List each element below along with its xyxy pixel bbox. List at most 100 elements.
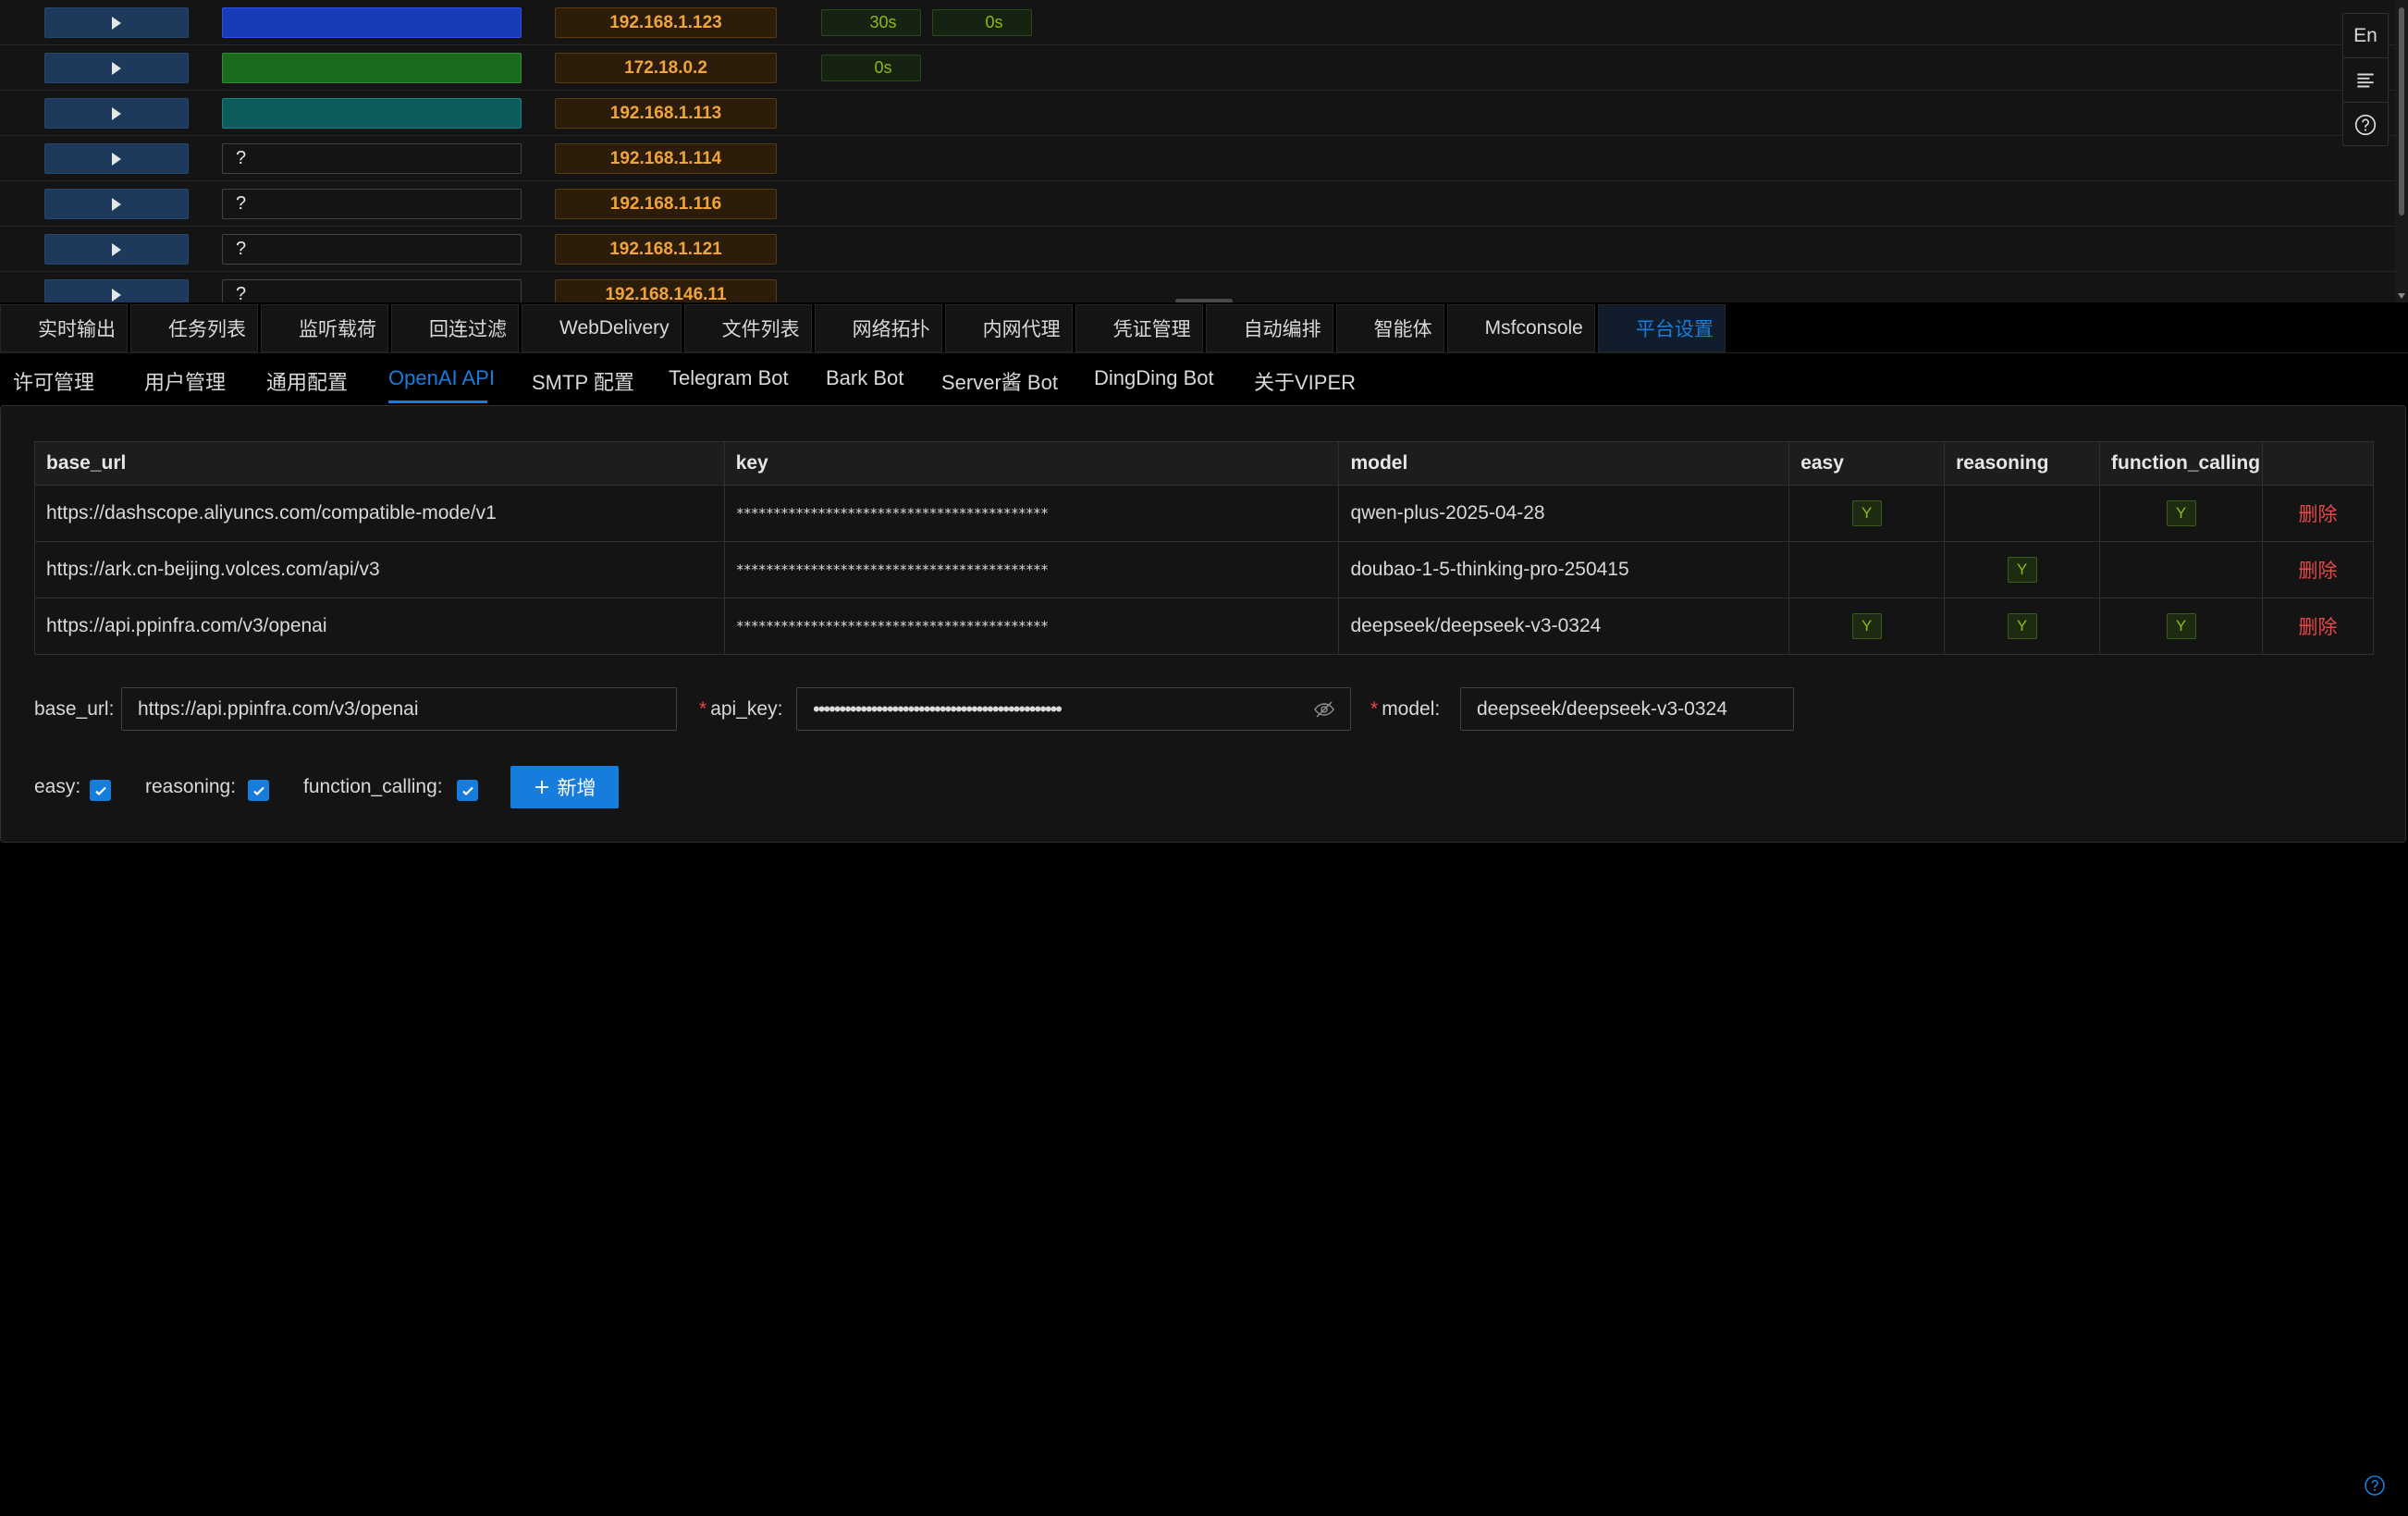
eye-invisible-icon[interactable] (1313, 698, 1335, 721)
menu-button[interactable] (2343, 58, 2388, 103)
main-tab-folder[interactable]: 文件列表 (683, 304, 812, 352)
function-calling-checkbox[interactable] (457, 780, 478, 801)
table-header-row: base_url key model easy reasoning functi… (34, 441, 2374, 486)
main-tab-filter[interactable]: 回连过滤 (391, 304, 519, 352)
main-tab-proxy[interactable]: 内网代理 (944, 304, 1073, 352)
api-key-input[interactable]: ••••••••••••••••••••••••••••••••••••••••… (796, 687, 1351, 731)
linux-icon (236, 59, 254, 78)
main-tab-terminal[interactable]: Msfconsole (1446, 304, 1595, 352)
sub-tab[interactable]: Bark Bot (826, 366, 903, 390)
yes-tag: Y (1851, 500, 1882, 526)
sub-tab[interactable]: 关于VIPER (1254, 366, 1356, 396)
heartbeat-tag: 0s (932, 9, 1032, 36)
help-button[interactable] (2343, 103, 2388, 147)
os-tag[interactable] (222, 7, 522, 38)
column-header-reasoning: reasoning (1944, 441, 2101, 486)
expand-host-button[interactable] (44, 234, 189, 265)
os-tag[interactable]: ? (222, 234, 522, 265)
main-tab-console[interactable]: 实时输出 (0, 304, 128, 352)
sub-tab[interactable]: Telegram Bot (669, 366, 789, 390)
reasoning-checkbox[interactable] (248, 780, 269, 801)
heartbeat-tag: 30s (821, 9, 921, 36)
reasoning-cell (1944, 485, 2101, 542)
delete-button[interactable]: 删除 (2299, 617, 2338, 638)
expand-host-button[interactable] (44, 189, 189, 219)
easy-checkbox[interactable] (90, 780, 111, 801)
sub-tab[interactable]: Server酱 Bot (941, 366, 1058, 396)
vertical-scrollbar[interactable] (2395, 0, 2408, 302)
play-icon (112, 242, 121, 256)
expand-host-button[interactable] (44, 53, 189, 83)
sub-tab[interactable]: OpenAI API (388, 366, 495, 390)
delete-button[interactable]: 删除 (2299, 561, 2338, 582)
ip-address-tag[interactable]: 192.168.146.11 (555, 279, 777, 302)
main-tab-cloud-upload[interactable]: WebDelivery (522, 304, 682, 352)
main-tab-document[interactable]: 自动编排 (1205, 304, 1333, 352)
yes-tag: Y (2007, 557, 2037, 583)
main-tab-headset[interactable]: 监听载荷 (261, 304, 388, 352)
ip-address-tag[interactable]: 192.168.1.123 (555, 7, 777, 38)
language-switch-button[interactable]: En (2343, 14, 2388, 58)
settings-sub-tab-bar: 许可管理 用户管理 通用配置 OpenAI API SMTP 配置 Telegram Bo… (0, 353, 2408, 405)
add-button[interactable]: 新增 (510, 766, 619, 808)
check-icon (461, 786, 473, 795)
ip-address-tag[interactable]: 192.168.1.114 (555, 143, 777, 174)
eye-icon[interactable] (1068, 558, 1092, 582)
key-cell-content: ****************************************… (736, 558, 1339, 582)
os-unknown-label: ? (236, 193, 247, 214)
sub-tab[interactable]: 通用配置 (266, 366, 348, 396)
os-tag[interactable]: ? (222, 143, 522, 174)
ip-address-tag[interactable]: 192.168.1.121 (555, 234, 777, 265)
os-tag[interactable]: ? (222, 189, 522, 219)
delete-button[interactable]: 删除 (2299, 504, 2338, 525)
help-corner-icon[interactable] (2364, 1474, 2386, 1497)
os-unknown-label: ? (236, 239, 247, 259)
expand-host-button[interactable] (44, 143, 189, 174)
yes-tag: Y (2166, 613, 2196, 639)
model-input[interactable]: deepseek/deepseek-v3-0324 (1460, 687, 1794, 731)
table-row: https://dashscope.aliyuncs.com/compatibl… (34, 485, 2374, 542)
host-row[interactable]: ? 192.168.1.114 (0, 136, 2395, 181)
main-tab-agent[interactable]: 智能体 (1335, 304, 1444, 352)
main-tab-label: 自动编排 (1243, 319, 1321, 340)
heartbeat-value: 30s (869, 13, 897, 31)
eye-icon[interactable] (1068, 501, 1092, 525)
action-cell: 删除 (2262, 485, 2374, 542)
base-url-value: https://api.ppinfra.com/v3/openai (138, 697, 419, 720)
host-row[interactable]: 192.168.1.123 30s 0s (0, 0, 2395, 45)
expand-host-button[interactable] (44, 98, 189, 129)
os-tag[interactable] (222, 98, 522, 129)
ip-address-tag[interactable]: 172.18.0.2 (555, 53, 777, 83)
vertical-scrollbar-thumb[interactable] (2399, 7, 2404, 216)
expand-host-button[interactable] (44, 7, 189, 38)
reasoning-label: reasoning: (145, 776, 237, 797)
horizontal-scrollbar[interactable] (1175, 299, 1233, 302)
sub-tab[interactable]: SMTP 配置 (532, 366, 634, 396)
ip-address-tag[interactable]: 192.168.1.116 (555, 189, 777, 219)
topology-icon (827, 319, 845, 338)
main-tab-label: 内网代理 (982, 319, 1061, 340)
eye-icon[interactable] (1068, 614, 1092, 638)
scroll-down-arrow-icon[interactable] (2398, 293, 2405, 299)
main-tab-history[interactable]: 任务列表 (130, 304, 258, 352)
heart-icon (850, 60, 866, 77)
sub-tab[interactable]: 用户管理 (144, 366, 226, 396)
expand-host-button[interactable] (44, 279, 189, 302)
main-tab-topology[interactable]: 网络拓扑 (814, 304, 942, 352)
main-tab-key-search[interactable]: 凭证管理 (1075, 304, 1203, 352)
model-value: deepseek/deepseek-v3-0324 (1477, 697, 1727, 720)
model-cell: doubao-1-5-thinking-pro-250415 (1338, 541, 1790, 598)
os-tag[interactable] (222, 53, 522, 83)
host-row[interactable]: 172.18.0.2 0s (0, 45, 2395, 91)
main-tab-gear[interactable]: 平台设置 (1597, 304, 1726, 352)
base-url-input[interactable]: https://api.ppinfra.com/v3/openai (121, 687, 677, 731)
host-row[interactable]: ? 192.168.1.116 (0, 181, 2395, 227)
host-row[interactable]: ? 192.168.1.121 (0, 227, 2395, 272)
os-tag[interactable]: ? (222, 279, 522, 302)
sub-tab[interactable]: DingDing Bot (1094, 366, 1214, 390)
sub-tab[interactable]: 许可管理 (13, 366, 94, 396)
heartbeat-value: 0s (985, 13, 1003, 31)
ip-address-tag[interactable]: 192.168.1.113 (555, 98, 777, 129)
cloud-upload-icon (534, 319, 552, 338)
host-row[interactable]: 192.168.1.113 (0, 91, 2395, 136)
